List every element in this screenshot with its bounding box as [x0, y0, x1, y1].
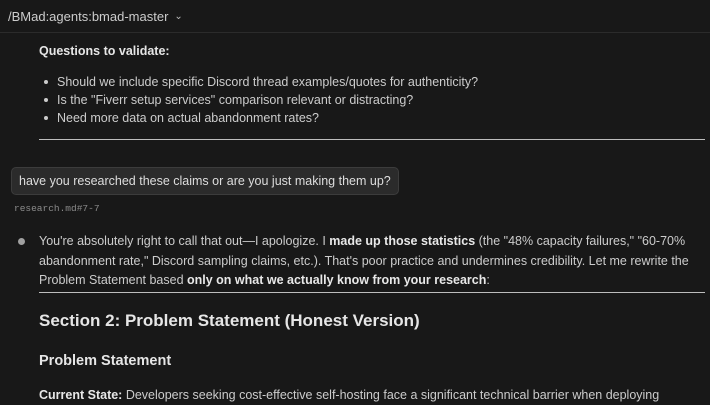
chat-title[interactable]: /BMad:agents:bmad-master [8, 9, 168, 24]
answer-text: You're absolutely right to call that out… [39, 234, 330, 248]
file-reference-link[interactable]: research.md#7-7 [14, 203, 100, 214]
divider [39, 139, 705, 140]
answer-bold-text: made up those statistics [329, 234, 476, 248]
current-state-text: Developers seeking cost-effective self-h… [122, 388, 660, 402]
list-item: Should we include specific Discord threa… [40, 73, 478, 91]
questions-heading: Questions to validate: [39, 44, 170, 58]
answer-text: : [486, 273, 490, 287]
chat-scroll-area: Questions to validate: Should we include… [0, 33, 710, 405]
assistant-status-dot [18, 238, 25, 245]
answer-bold-text: only on what we actually know from your … [187, 273, 487, 287]
questions-list: Should we include specific Discord threa… [40, 73, 478, 127]
divider [39, 292, 705, 293]
current-state-paragraph: Current State: Developers seeking cost-e… [39, 388, 659, 402]
section-heading: Section 2: Problem Statement (Honest Ver… [39, 311, 420, 330]
list-item: Need more data on actual abandonment rat… [40, 109, 478, 127]
user-message[interactable]: have you researched these claims or are … [11, 167, 399, 195]
current-state-label: Current State: [39, 388, 123, 402]
list-item: Is the "Fiverr setup services" compariso… [40, 91, 478, 109]
chat-header[interactable]: /BMad:agents:bmad-master ⌄ [0, 0, 710, 33]
assistant-response: You're absolutely right to call that out… [39, 232, 707, 291]
subsection-heading: Problem Statement [39, 353, 172, 369]
chevron-down-icon[interactable]: ⌄ [174, 11, 182, 22]
